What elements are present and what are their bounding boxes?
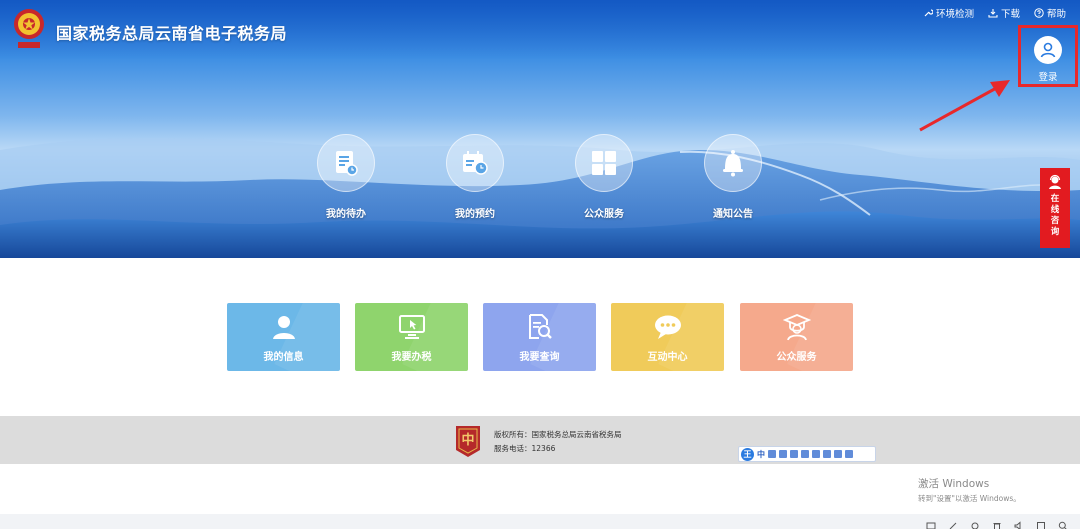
footer-text: 版权所有：国家税务总局云南省税务局 服务电话：12366 <box>494 428 622 456</box>
service-tile-tax-handling[interactable]: 我要办税 <box>355 303 468 371</box>
download-icon <box>988 9 998 18</box>
help-link[interactable]: 帮助 <box>1034 6 1066 20</box>
ime-logo-icon[interactable]: 王 <box>741 447 754 461</box>
ime-settings-icon[interactable] <box>845 450 853 458</box>
activation-title: 激活 Windows <box>918 478 990 490</box>
online-consult-button[interactable]: 在线咨询 <box>1040 168 1070 248</box>
login-label: 登录 <box>1038 72 1058 83</box>
bell-icon <box>704 134 762 192</box>
ime-emoji-icon[interactable] <box>779 450 787 458</box>
document-search-icon <box>527 313 553 341</box>
user-avatar-icon <box>1034 36 1062 64</box>
site-title: 国家税务总局云南省电子税务局 <box>56 24 288 43</box>
service-tile-query[interactable]: 我要查询 <box>483 303 596 371</box>
service-tile-query-label: 我要查询 <box>519 352 560 363</box>
footer-copyright: 版权所有：国家税务总局云南省税务局 <box>494 430 622 439</box>
todo-document-icon <box>317 134 375 192</box>
quick-nav-public-service[interactable]: 公众服务 <box>572 134 636 220</box>
download-link[interactable]: 下载 <box>988 6 1020 20</box>
download-label: 下载 <box>1000 9 1020 20</box>
activation-subtitle: 转到"设置"以激活 Windows。 <box>918 494 1021 503</box>
ime-skin-icon[interactable] <box>834 450 842 458</box>
ime-punctuation-icon[interactable] <box>768 450 776 458</box>
headset-user-icon <box>1049 174 1061 189</box>
service-tile-my-info-label: 我的信息 <box>263 352 304 363</box>
user-icon <box>271 313 297 341</box>
env-check-label: 环境检测 <box>935 9 974 20</box>
quick-nav-todo-label: 我的待办 <box>326 209 366 220</box>
ime-toolbar[interactable]: 王 中 <box>738 446 876 462</box>
top-links: 环境检测 下载 帮助 <box>923 6 1066 20</box>
calendar-clock-icon <box>446 134 504 192</box>
ime-tools-icon[interactable] <box>801 450 809 458</box>
tax-bureau-emblem <box>14 9 44 48</box>
taskbar <box>0 514 1080 529</box>
footer-phone: 服务电话：12366 <box>494 444 556 453</box>
login-button[interactable]: 登录 <box>1018 25 1078 87</box>
env-check-link[interactable]: 环境检测 <box>923 6 974 20</box>
tray-volume-icon[interactable] <box>1014 516 1024 529</box>
service-tile-interaction[interactable]: 互动中心 <box>611 303 724 371</box>
tray-brush-icon[interactable] <box>948 516 958 529</box>
service-tile-public-service-label: 公众服务 <box>776 352 817 363</box>
grid-icon <box>575 134 633 192</box>
tray-window-icon[interactable] <box>1036 516 1046 529</box>
tray-search-icon[interactable] <box>1058 516 1068 529</box>
quick-nav-public-service-label: 公众服务 <box>584 209 624 220</box>
wrench-icon <box>924 9 933 17</box>
graduate-user-icon <box>782 313 811 341</box>
monitor-cursor-icon <box>398 313 426 341</box>
service-tile-interaction-label: 互动中心 <box>647 352 688 363</box>
service-tile-my-info[interactable]: 我的信息 <box>227 303 340 371</box>
ime-keyboard-icon[interactable] <box>812 450 820 458</box>
windows-activation-watermark: 激活 Windows 转到"设置"以激活 Windows。 <box>918 476 1021 504</box>
ime-mode-toggle[interactable]: 中 <box>757 449 765 460</box>
quick-nav-appointment[interactable]: 我的预约 <box>443 134 507 220</box>
service-tile-tax-handling-label: 我要办税 <box>391 352 432 363</box>
chat-bubble-icon <box>653 313 683 341</box>
help-label: 帮助 <box>1046 9 1066 20</box>
system-tray <box>926 516 1068 529</box>
service-tile-public-service[interactable]: 公众服务 <box>740 303 853 371</box>
ime-user-icon[interactable] <box>823 450 831 458</box>
help-icon <box>1034 8 1044 18</box>
quick-nav-notice[interactable]: 通知公告 <box>701 134 765 220</box>
svg-text:中: 中 <box>461 432 474 448</box>
tray-trash-icon[interactable] <box>992 516 1002 529</box>
tray-screen-icon[interactable] <box>926 516 936 529</box>
online-consult-label: 在线咨询 <box>1050 194 1060 237</box>
quick-nav-appointment-label: 我的预约 <box>455 209 495 220</box>
quick-nav-todo[interactable]: 我的待办 <box>314 134 378 220</box>
footer-tax-emblem: 中 <box>456 426 480 457</box>
ime-handwrite-icon[interactable] <box>790 450 798 458</box>
tray-rocket-icon[interactable] <box>970 516 980 529</box>
quick-nav-notice-label: 通知公告 <box>713 209 753 220</box>
